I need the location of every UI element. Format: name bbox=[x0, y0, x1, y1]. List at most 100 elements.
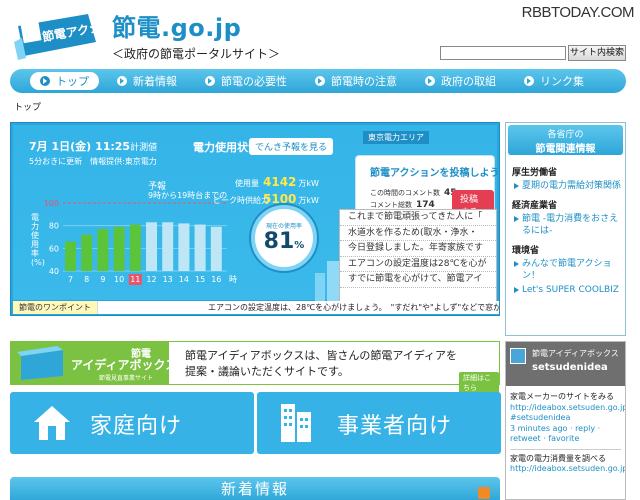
business-button-label: 事業者向け bbox=[337, 414, 453, 439]
home-button[interactable]: 家庭向け bbox=[10, 392, 254, 454]
nav-item-necessity[interactable]: 節電の必要性 bbox=[195, 72, 297, 90]
idea-logo-sub: 節電見直事業サイト bbox=[99, 375, 154, 382]
peak-capacity-unit: 万kW bbox=[298, 196, 319, 205]
bar-actual bbox=[97, 229, 109, 271]
tweet-text: 家電メーカーのサイトをみる bbox=[510, 392, 614, 401]
x-tick-label: 15 bbox=[195, 275, 205, 284]
comment-feed[interactable]: これまで節電頑張ってきた人に「 水道水を作るため(取水・浄水・ 今日登録しました… bbox=[339, 209, 497, 303]
sidebar-link[interactable]: Let's SUPER COOLBIZ bbox=[512, 284, 622, 296]
bar-forecast bbox=[162, 222, 174, 271]
y-tick-label: 40 bbox=[49, 267, 59, 276]
bar-actual bbox=[65, 241, 76, 271]
peak-capacity-label: ピーク時供給力 bbox=[213, 196, 269, 205]
power-usage-panel: 7月 1日(金) 11:25計測値 電力使用状況 でんき予報を見る 5分おきに更… bbox=[10, 122, 500, 316]
x-tick-label: 13 bbox=[163, 275, 173, 284]
sidebar-body: 厚生労働省 夏期の電力需給対策関係 経済産業省 節電 -電力消費をおさえるには-… bbox=[512, 159, 622, 296]
sidebar-link[interactable]: みんなで節電アクション！ bbox=[512, 258, 622, 282]
twitter-body: 家電メーカーのサイトをみる http://ideabox.setsuden.go… bbox=[506, 386, 625, 475]
sidebar-header-line2: 節電関連情報 bbox=[535, 144, 596, 155]
sidebar-link[interactable]: 夏期の電力需給対策関係 bbox=[512, 180, 622, 192]
open-box-icon bbox=[17, 346, 63, 380]
feed-item[interactable]: エアコンの設定温度は28℃を心が bbox=[340, 257, 496, 272]
sidebar-category-env: 環境省 bbox=[512, 246, 540, 256]
twitter-account[interactable]: setsudenidea bbox=[532, 362, 608, 373]
twitter-avatar-icon[interactable] bbox=[510, 348, 526, 364]
arrow-bullet-icon bbox=[40, 76, 50, 86]
bar-forecast bbox=[178, 223, 190, 271]
nav-item-caution[interactable]: 節電時の注意 bbox=[305, 72, 407, 90]
search-input[interactable] bbox=[440, 46, 566, 60]
x-tick-label: 12 bbox=[146, 275, 156, 284]
sidebar-header: 各省庁の 節電関連情報 bbox=[508, 125, 623, 155]
sidebar-category-meti: 経済産業省 bbox=[512, 201, 558, 211]
tweet-link[interactable]: http://ideabox.setsuden.go.jp/ bbox=[510, 403, 625, 414]
office-building-icon bbox=[281, 404, 311, 442]
power-usage-body: 7月 1日(金) 11:25計測値 電力使用状況 でんき予報を見る 5分おきに更… bbox=[13, 125, 500, 303]
divider bbox=[510, 448, 621, 450]
hour-suffix: 時 bbox=[229, 275, 237, 284]
nav-label: 節電時の注意 bbox=[331, 75, 397, 88]
idea-logo-main: アイディアボックス bbox=[71, 358, 178, 372]
feed-item[interactable]: すでに節電を心がけて、節電アイ bbox=[340, 272, 496, 288]
bar-forecast bbox=[146, 222, 157, 271]
tweet-hashtag[interactable]: #setsudenidea bbox=[510, 413, 621, 424]
x-tick-label: 14 bbox=[179, 275, 189, 284]
idea-description: 節電アイディアボックスは、皆さんの節電アイディアを 提案・議論いただくサイトです… bbox=[185, 348, 457, 380]
gauge-unit: % bbox=[294, 240, 305, 251]
search-button[interactable]: サイト内検索 bbox=[568, 45, 626, 61]
nav-label: 新着情報 bbox=[133, 75, 177, 88]
nav-label: 政府の取組 bbox=[441, 75, 496, 88]
rss-icon[interactable] bbox=[478, 487, 490, 499]
y-tick-label: 100 bbox=[44, 199, 59, 208]
bar-current bbox=[129, 224, 141, 271]
x-tick-label: 8 bbox=[84, 275, 89, 284]
nav-item-top[interactable]: トップ bbox=[30, 72, 99, 90]
sidebar-category-mhlw: 厚生労働省 bbox=[512, 168, 558, 178]
idea-box-logo[interactable]: 節電 アイディアボックス 節電見直事業サイト bbox=[11, 342, 177, 384]
breadcrumb: トップ bbox=[14, 103, 42, 113]
post-title: 節電アクションを投稿しよう！ bbox=[370, 168, 500, 179]
feed-item[interactable]: 今日登録しました。年寄家族です bbox=[340, 241, 496, 257]
feed-item[interactable]: 水道水を作るため(取水・浄水・ bbox=[340, 226, 496, 241]
gauge-value: 81% bbox=[263, 229, 305, 254]
bar-forecast bbox=[194, 224, 206, 271]
setsuden-action-logo[interactable]: 節電アクション bbox=[12, 12, 98, 60]
site-title[interactable]: 節電.go.jp bbox=[112, 8, 241, 43]
nav-item-news[interactable]: 新着情報 bbox=[107, 72, 187, 90]
y-tick-label: 80 bbox=[49, 222, 59, 231]
idea-text-line2: 提案・議論いただくサイトです。 bbox=[185, 365, 349, 378]
idea-box-banner[interactable]: 節電 アイディアボックス 節電見直事業サイト 節電アイディアボックスは、皆さんの… bbox=[10, 341, 500, 394]
x-tick-label: 9 bbox=[100, 275, 105, 284]
twitter-title: 節電アイディアボックス bbox=[532, 349, 619, 358]
twitter-header: 節電アイディアボックス setsudenidea bbox=[506, 342, 625, 386]
onepoint-label: 節電のワンポイント bbox=[13, 301, 98, 314]
twitter-widget: 節電アイディアボックス setsudenidea 家電メーカーのサイトをみる h… bbox=[505, 341, 626, 500]
business-button[interactable]: 事業者向け bbox=[257, 392, 501, 454]
usage-gauge: 現在の使用率 81% bbox=[251, 205, 317, 271]
tweet-meta: 3 minutes ago · reply · retweet · favori… bbox=[510, 424, 621, 445]
feed-item[interactable]: これまで節電頑張ってきた人に「 bbox=[340, 210, 496, 226]
arrow-bullet-icon bbox=[524, 76, 534, 86]
usage-amount-label: 使用量 bbox=[235, 179, 259, 188]
nav-item-government[interactable]: 政府の取組 bbox=[415, 72, 506, 90]
onepoint-ticker: 節電のワンポイント エアコンの設定温度は、28℃を心がけましょう。 "すだれ"や… bbox=[13, 301, 499, 314]
home-button-label: 家庭向け bbox=[90, 414, 183, 439]
tweet-time[interactable]: 3 minutes ago bbox=[510, 424, 567, 433]
capacity-box: 使用量 4142 万kW ピーク時供給力 5100 万kW bbox=[213, 175, 319, 209]
site-subtitle: ＜政府の節電ポータルサイト＞ bbox=[112, 47, 281, 61]
main-nav: トップ 新着情報 節電の必要性 節電時の注意 政府の取組 リンク集 bbox=[10, 69, 626, 93]
nav-label: 節電の必要性 bbox=[221, 75, 287, 88]
comments-hour: この時間のコメント数 45 bbox=[370, 188, 457, 198]
idea-more-link[interactable]: 詳細はこちら bbox=[459, 372, 499, 394]
sidebar-link[interactable]: 節電 -電力消費をおさえるには- bbox=[512, 213, 622, 237]
x-tick-label: 16 bbox=[211, 275, 221, 284]
x-tick-label: 10 bbox=[114, 275, 124, 284]
bar-actual bbox=[113, 226, 125, 271]
nav-item-links[interactable]: リンク集 bbox=[514, 72, 594, 90]
idea-text-line1: 節電アイディアボックスは、皆さんの節電アイディアを bbox=[185, 349, 458, 362]
x-tick-label: 11 bbox=[130, 275, 140, 284]
tweet-link[interactable]: http://ideabox.setsuden.go.jp/ bbox=[510, 464, 625, 475]
x-tick-label: 7 bbox=[68, 275, 73, 284]
ministry-sidebar: 各省庁の 節電関連情報 厚生労働省 夏期の電力需給対策関係 経済産業省 節電 -… bbox=[505, 122, 626, 336]
nav-label: リンク集 bbox=[540, 75, 584, 88]
